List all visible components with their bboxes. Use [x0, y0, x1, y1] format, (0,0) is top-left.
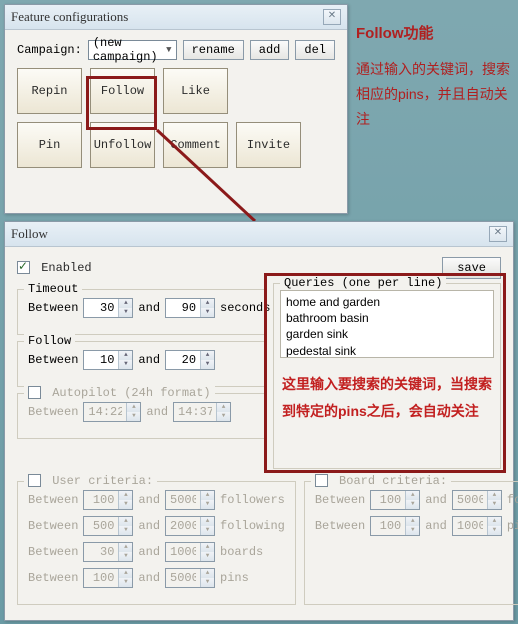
autopilot-to-spin[interactable]: ▲▼ — [173, 402, 231, 422]
queries-annotation: 这里输入要搜索的关键词，当搜索到特定的pins之后，会自动关注 — [280, 371, 494, 424]
autopilot-checkbox[interactable] — [28, 386, 41, 399]
annotation-title: Follow功能 — [356, 20, 511, 47]
follow-dialog: Follow ✕ Enabled save Timeout Between ▲▼… — [4, 221, 514, 621]
annotation-follow: Follow功能 通过输入的关键词，搜索相应的pins，并且自动关注 — [356, 20, 511, 133]
timeout-unit: seconds — [220, 301, 270, 315]
unfollow-button[interactable]: Unfollow — [90, 122, 155, 168]
rename-button[interactable]: rename — [183, 40, 244, 60]
board-criteria-group: Board criteria: Between▲▼and▲▼followers … — [304, 481, 518, 605]
followcount-legend: Follow — [24, 334, 75, 348]
autopilot-and: and — [146, 405, 168, 419]
timeout-max-spin[interactable]: ▲▼ — [165, 298, 215, 318]
follow-between: Between — [28, 353, 78, 367]
feature-config-dialog: Feature configurations ✕ Campaign: (new … — [4, 4, 348, 214]
comment-button[interactable]: Comment — [163, 122, 228, 168]
follow-max-spin[interactable]: ▲▼ — [165, 350, 215, 370]
follow-body: Enabled save Timeout Between ▲▼ and ▲▼ s… — [5, 247, 513, 621]
timeout-and: and — [138, 301, 160, 315]
campaign-select[interactable]: (new campaign) ▼ — [88, 40, 177, 60]
feature-config-body: Campaign: (new campaign) ▼ rename add de… — [5, 30, 347, 178]
like-button[interactable]: Like — [163, 68, 228, 114]
enabled-label[interactable]: Enabled — [17, 261, 92, 275]
enabled-checkbox[interactable] — [17, 261, 30, 274]
chevron-down-icon: ▼ — [166, 45, 171, 55]
feature-config-titlebar: Feature configurations ✕ — [5, 5, 347, 30]
timeout-legend: Timeout — [24, 282, 82, 296]
add-button[interactable]: add — [250, 40, 290, 60]
queries-legend: Queries (one per line) — [280, 276, 446, 290]
save-button[interactable]: save — [442, 257, 501, 279]
board-criteria-legend: Board criteria: — [339, 474, 447, 488]
autopilot-between: Between — [28, 405, 78, 419]
board-criteria-checkbox[interactable] — [315, 474, 328, 487]
user-criteria-checkbox[interactable] — [28, 474, 41, 487]
follow-title: Follow — [11, 226, 48, 242]
timeout-group: Timeout Between ▲▼ and ▲▼ seconds — [17, 289, 265, 335]
invite-button[interactable]: Invite — [236, 122, 301, 168]
follow-min-spin[interactable]: ▲▼ — [83, 350, 133, 370]
campaign-value: (new campaign) — [93, 36, 166, 64]
campaign-label: Campaign: — [17, 43, 82, 57]
follow-button[interactable]: Follow — [90, 68, 155, 114]
repin-button[interactable]: Repin — [17, 68, 82, 114]
feature-config-title: Feature configurations — [11, 9, 128, 25]
timeout-between: Between — [28, 301, 78, 315]
autopilot-legend: Autopilot (24h format) — [52, 386, 210, 400]
del-button[interactable]: del — [295, 40, 335, 60]
annotation-body: 通过输入的关键词，搜索相应的pins，并且自动关注 — [356, 57, 511, 133]
autopilot-from-spin[interactable]: ▲▼ — [83, 402, 141, 422]
user-criteria-legend: User criteria: — [52, 474, 153, 488]
followcount-group: Follow Between ▲▼ and ▲▼ — [17, 341, 265, 387]
autopilot-group: Autopilot (24h format) Between ▲▼ and ▲▼ — [17, 393, 265, 439]
close-icon[interactable]: ✕ — [323, 9, 341, 25]
follow-titlebar: Follow ✕ — [5, 222, 513, 247]
enabled-text: Enabled — [41, 261, 91, 275]
pin-button[interactable]: Pin — [17, 122, 82, 168]
timeout-min-spin[interactable]: ▲▼ — [83, 298, 133, 318]
queries-group: Queries (one per line) 这里输入要搜索的关键词，当搜索到特… — [273, 283, 501, 469]
user-criteria-group: User criteria: Between▲▼and▲▼followers B… — [17, 481, 296, 605]
follow-and: and — [138, 353, 160, 367]
queries-textarea[interactable] — [280, 290, 494, 358]
feature-button-grid: Repin Follow Like Pin Unfollow Comment I… — [17, 68, 335, 168]
campaign-row: Campaign: (new campaign) ▼ rename add de… — [17, 40, 335, 60]
close-icon[interactable]: ✕ — [489, 226, 507, 242]
